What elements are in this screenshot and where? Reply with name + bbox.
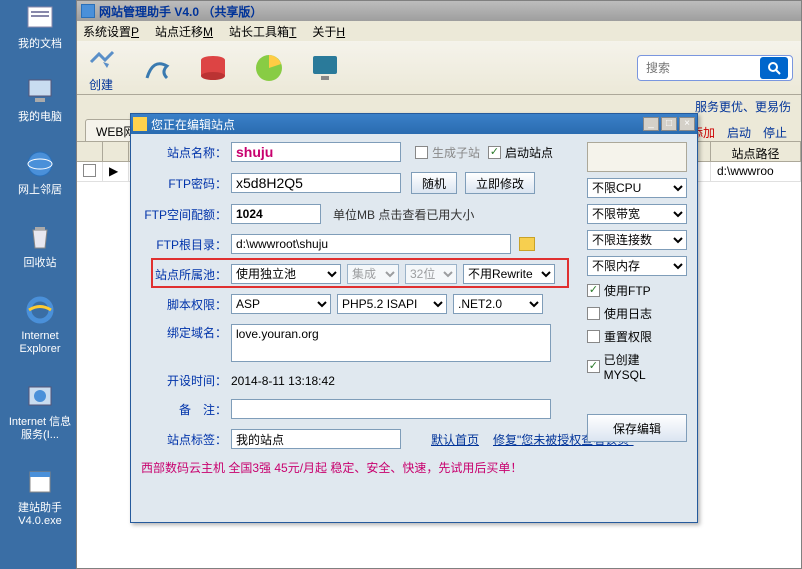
label-ftp-root: FTP根目录： [141,236,231,253]
dialog-min-button[interactable]: _ [643,117,659,131]
app-titlebar: 网站管理助手 V4.0 （共享版） [77,1,801,21]
app-toolbar: 创建 [77,41,801,95]
open-time-value: 2014-8-11 13:18:42 [231,374,335,388]
search-box [637,55,793,81]
search-input[interactable] [646,61,756,75]
link-default-page[interactable]: 默认首页 [431,431,479,448]
chk-use-ftp[interactable]: 使用FTP [587,282,679,299]
menu-about[interactable]: 关于H [312,23,345,40]
chk-start-site[interactable]: 启动站点 [488,144,553,161]
tool-mysql[interactable] [141,52,173,84]
tag-input[interactable] [231,429,401,449]
action-start[interactable]: 启动 [727,124,751,141]
menu-system[interactable]: 系统设置P [83,23,139,40]
chk-gen-sub: 生成子站 [415,144,480,161]
label-pool: 站点所属池： [141,266,231,283]
dialog-title: 您正在编辑站点 [151,116,235,133]
quota-hint[interactable]: 单位MB 点击查看已用大小 [333,206,474,223]
app-title: 网站管理助手 V4.0 （共享版） [99,3,262,20]
promo-text: 西部数码云主机 全国3强 45元/月起 稳定、安全、快速，先试用后买单！ [141,459,687,476]
search-button[interactable] [760,57,788,79]
desktop-icon-ie[interactable]: Internet Explorer [4,294,76,356]
random-button[interactable]: 随机 [411,172,457,194]
save-button[interactable]: 保存编辑 [587,414,687,442]
label-open-time: 开设时间： [141,372,231,389]
tool-monitor[interactable] [309,52,341,84]
tool-create[interactable]: 创建 [85,42,117,93]
chk-reset-perm[interactable]: 重置权限 [587,328,679,345]
desktop-icon-network[interactable]: 网上邻居 [4,148,76,197]
desktop-icon-computer[interactable]: 我的电脑 [4,75,76,124]
label-script: 脚本权限： [141,296,231,313]
limit-conn-select[interactable]: 不限连接数 [587,230,687,250]
label-ftp-pass: FTP密码： [141,175,231,192]
chk-use-log[interactable]: 使用日志 [587,305,679,322]
pool-select[interactable]: 使用独立池 [231,264,341,284]
menu-tools[interactable]: 站长工具箱T [229,23,296,40]
chk-created-mysql[interactable]: 已创建MYSQL [587,351,679,382]
desktop-icon-iis[interactable]: Internet 信息服务(I... [4,380,76,442]
script-net-select[interactable]: .NET2.0 [453,294,543,314]
apply-button[interactable]: 立即修改 [465,172,535,194]
remark-input[interactable] [231,399,551,419]
menu-migrate[interactable]: 站点迁移M [155,23,213,40]
desktop-icon-documents[interactable]: 我的文档 [4,2,76,51]
pool-mode-select: 集成 [347,264,399,284]
label-domain: 绑定域名： [141,324,231,341]
label-ftp-quota: FTP空间配额： [141,206,231,223]
domain-textarea[interactable] [231,324,551,362]
dialog-titlebar[interactable]: 您正在编辑站点 _ □ × [131,114,697,134]
site-name-input[interactable] [231,142,401,162]
dialog-icon [133,117,147,131]
label-tag: 站点标签： [141,431,231,448]
limit-bw-select[interactable]: 不限带宽 [587,204,687,224]
label-remark: 备 注： [141,401,231,418]
desktop-icon-recycle[interactable]: 回收站 [4,221,76,270]
ftp-root-input[interactable] [231,234,511,254]
row-checkbox[interactable] [83,164,96,177]
tool-chart[interactable] [253,52,285,84]
desktop-icons: 我的文档 我的电脑 网上邻居 回收站 Internet Explorer Int… [4,0,76,528]
tool-db[interactable] [197,52,229,84]
app-icon [81,4,95,18]
action-links: 添加 启动 停止 [691,124,801,141]
action-stop[interactable]: 停止 [763,124,787,141]
dialog-right-column: 不限CPU 不限带宽 不限连接数 不限内存 使用FTP 使用日志 重置权限 已创… [587,142,687,442]
browse-folder-icon[interactable] [519,237,535,251]
dialog-max-button[interactable]: □ [661,117,677,131]
pool-bit-select: 32位 [405,264,457,284]
limit-cpu-select[interactable]: 不限CPU [587,178,687,198]
ftp-pass-input[interactable] [231,173,401,193]
edit-site-dialog: 您正在编辑站点 _ □ × 不限CPU 不限带宽 不限连接数 不限内存 使用FT… [130,113,698,523]
label-site-name: 站点名称： [141,144,231,161]
ftp-quota-input[interactable] [231,204,321,224]
app-menubar: 系统设置P 站点迁移M 站长工具箱T 关于H [77,21,801,41]
script-asp-select[interactable]: ASP [231,294,331,314]
desktop-icon-app-exe[interactable]: 建站助手V4.0.exe [4,466,76,528]
script-php-select[interactable]: PHP5.2 ISAPI [337,294,447,314]
rewrite-select[interactable]: 不用Rewrite [463,264,555,284]
preview-panel [587,142,687,172]
dialog-close-button[interactable]: × [679,117,695,131]
limit-mem-select[interactable]: 不限内存 [587,256,687,276]
